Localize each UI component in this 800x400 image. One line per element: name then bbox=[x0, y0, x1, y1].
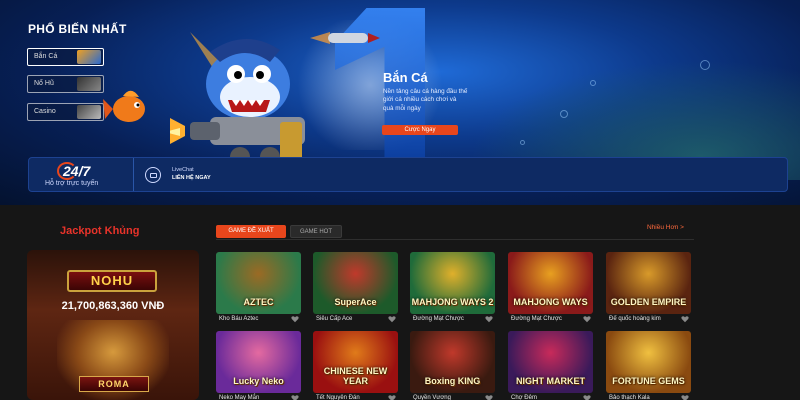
more-games-link[interactable]: Nhiều Hơn > bbox=[647, 224, 684, 231]
category-button-no-hu[interactable]: Nổ Hũ bbox=[27, 75, 104, 93]
favorite-heart-icon[interactable] bbox=[485, 315, 493, 323]
game-thumbnail[interactable]: FORTUNE GEMS bbox=[606, 331, 691, 393]
bubble bbox=[700, 60, 710, 70]
game-name: Neko May Mắn bbox=[219, 395, 260, 400]
game-thumbnail[interactable]: NIGHT MARKET bbox=[508, 331, 593, 393]
category-button-ban-ca[interactable]: Bắn Cá bbox=[27, 48, 104, 66]
game-name-row: Tết Nguyên Đán bbox=[313, 394, 398, 400]
game-tile[interactable]: FORTUNE GEMS Bảo thạch Kala bbox=[606, 331, 691, 400]
livechat-icon[interactable] bbox=[145, 167, 161, 183]
game-name-row: Quyền Vương bbox=[410, 394, 495, 400]
favorite-heart-icon[interactable] bbox=[291, 315, 299, 323]
favorite-heart-icon[interactable] bbox=[681, 394, 689, 400]
favorite-heart-icon[interactable] bbox=[388, 315, 396, 323]
game-logo-text: FORTUNE GEMS bbox=[612, 376, 685, 386]
game-name-row: Siêu Cấp Ace bbox=[313, 315, 398, 325]
game-name: Tết Nguyên Đán bbox=[316, 395, 360, 400]
favorite-heart-icon[interactable] bbox=[681, 315, 689, 323]
orange-fish-illustration bbox=[103, 90, 145, 122]
tab-recommended-games[interactable]: GAME ĐỀ XUẤT bbox=[216, 225, 286, 238]
favorite-heart-icon[interactable] bbox=[583, 394, 591, 400]
game-name-row: Bảo thạch Kala bbox=[606, 394, 691, 400]
feature-title: Bắn Cá bbox=[383, 70, 428, 85]
hero-banner: PHỔ BIẾN NHẤT Bắn Cá Nổ Hũ Casino Bắn Cá… bbox=[0, 0, 800, 205]
category-label: Casino bbox=[34, 108, 56, 115]
game-thumbnail[interactable]: Lucky Neko bbox=[216, 331, 301, 393]
game-tile[interactable]: MAHJONG WAYS Đường Mạt Chược bbox=[508, 252, 593, 325]
game-tile[interactable]: GOLDEN EMPIRE Đế quốc hoàng kim bbox=[606, 252, 691, 325]
game-name: Bảo thạch Kala bbox=[609, 395, 650, 400]
game-tile[interactable]: AZTEC Kho Báu Aztec bbox=[216, 252, 301, 325]
game-name-row: Đường Mạt Chược bbox=[508, 315, 593, 325]
favorite-heart-icon[interactable] bbox=[485, 394, 493, 400]
game-logo-text: GOLDEN EMPIRE bbox=[610, 297, 687, 307]
game-name: Đường Mạt Chược bbox=[511, 316, 562, 322]
missile-illustration bbox=[310, 32, 380, 44]
bubble bbox=[560, 110, 568, 118]
bet-now-button[interactable]: Cược Ngay bbox=[382, 125, 458, 135]
game-logo-text: Boxing KING bbox=[424, 376, 481, 386]
support-hours-caption: Hỗ trợ trực tuyến bbox=[45, 180, 99, 187]
jackpot-card[interactable]: NOHU 21,700,863,360 VNĐ ROMA bbox=[27, 250, 199, 400]
game-name-row: Neko May Mắn bbox=[216, 394, 301, 400]
game-thumbnail[interactable]: CHINESE NEW YEAR bbox=[313, 331, 398, 393]
game-logo-text: MAHJONG WAYS 2 bbox=[411, 297, 494, 307]
support-bar: 24/7 Hỗ trợ trực tuyến LiveChat LIÊN HỆ … bbox=[28, 157, 788, 192]
fish-thumbnail bbox=[77, 50, 101, 64]
game-tile[interactable]: MAHJONG WAYS 2 Đường Mạt Chược bbox=[410, 252, 495, 325]
casino-thumbnail bbox=[77, 105, 101, 119]
tab-divider bbox=[216, 239, 694, 240]
slot-thumbnail bbox=[77, 77, 101, 91]
favorite-heart-icon[interactable] bbox=[291, 394, 299, 400]
support-hours-text: 24/7 bbox=[63, 163, 91, 179]
game-thumbnail[interactable]: MAHJONG WAYS 2 bbox=[410, 252, 495, 314]
section-title: PHỔ BIẾN NHẤT bbox=[28, 22, 127, 36]
game-logo-text: Lucky Neko bbox=[233, 376, 284, 386]
jackpot-title: Jackpot Khủng bbox=[60, 225, 140, 237]
category-label: Nổ Hũ bbox=[34, 80, 54, 87]
game-thumbnail[interactable]: AZTEC bbox=[216, 252, 301, 314]
roma-game-logo: ROMA bbox=[79, 376, 149, 392]
bubble bbox=[590, 80, 596, 86]
game-name-row: Đường Mạt Chược bbox=[410, 315, 495, 325]
game-thumbnail[interactable]: SuperAce bbox=[313, 252, 398, 314]
jackpot-amount: 21,700,863,360 VNĐ bbox=[61, 300, 165, 312]
category-label: Bắn Cá bbox=[34, 53, 58, 60]
game-tile[interactable]: CHINESE NEW YEAR Tết Nguyên Đán bbox=[313, 331, 398, 400]
game-name: Chợ Đêm bbox=[511, 395, 537, 400]
game-tile[interactable]: SuperAce Siêu Cấp Ace bbox=[313, 252, 398, 325]
game-tile[interactable]: NIGHT MARKET Chợ Đêm bbox=[508, 331, 593, 400]
game-tile[interactable]: Lucky Neko Neko May Mắn bbox=[216, 331, 301, 400]
game-logo-text: SuperAce bbox=[334, 297, 377, 307]
game-name-row: Chợ Đêm bbox=[508, 394, 593, 400]
support-hours: 24/7 Hỗ trợ trực tuyến bbox=[29, 158, 134, 191]
game-logo-text: AZTEC bbox=[243, 297, 274, 307]
game-thumbnail[interactable]: MAHJONG WAYS bbox=[508, 252, 593, 314]
game-name: Đế quốc hoàng kim bbox=[609, 316, 661, 322]
game-thumbnail[interactable]: Boxing KING bbox=[410, 331, 495, 393]
game-logo-text: CHINESE NEW YEAR bbox=[323, 366, 388, 386]
favorite-heart-icon[interactable] bbox=[583, 315, 591, 323]
nohu-logo: NOHU bbox=[67, 270, 157, 292]
game-name: Đường Mạt Chược bbox=[413, 316, 464, 322]
game-logo-text: NIGHT MARKET bbox=[516, 376, 585, 386]
game-name-row: Đế quốc hoàng kim bbox=[606, 315, 691, 325]
feature-description: Nền tảng câu cá hàng đầu thế giới cá nhi… bbox=[383, 88, 468, 112]
favorite-heart-icon[interactable] bbox=[388, 394, 396, 400]
game-thumbnail[interactable]: GOLDEN EMPIRE bbox=[606, 252, 691, 314]
tab-hot-games[interactable]: GAME HOT bbox=[290, 225, 342, 238]
category-button-casino[interactable]: Casino bbox=[27, 103, 104, 121]
livechat-label: LiveChat bbox=[172, 167, 194, 173]
game-name: Kho Báu Aztec bbox=[219, 316, 259, 322]
game-name-row: Kho Báu Aztec bbox=[216, 315, 301, 325]
game-logo-text: MAHJONG WAYS bbox=[513, 297, 588, 307]
game-name: Quyền Vương bbox=[413, 395, 451, 400]
bubble bbox=[520, 140, 525, 145]
game-name: Siêu Cấp Ace bbox=[316, 316, 353, 322]
contact-now-link[interactable]: LIÊN HỆ NGAY bbox=[172, 175, 211, 181]
lower-section: Jackpot Khủng NOHU 21,700,863,360 VNĐ RO… bbox=[0, 205, 800, 400]
game-tile[interactable]: Boxing KING Quyền Vương bbox=[410, 331, 495, 400]
